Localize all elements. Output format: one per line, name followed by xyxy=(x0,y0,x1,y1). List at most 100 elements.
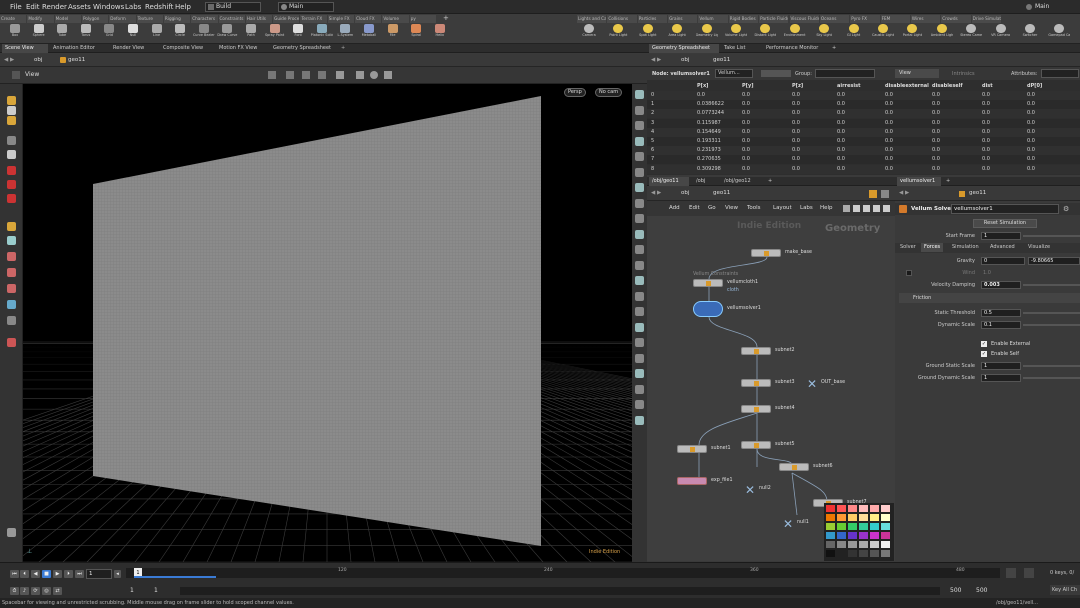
shelf-tab[interactable]: Oceans xyxy=(819,15,850,23)
spreadsheet-table[interactable]: P[x] P[y] P[z] airresist disableexternal disa… xyxy=(647,81,1080,175)
view-menu-icon[interactable] xyxy=(12,71,20,79)
shelf-tool[interactable]: Null xyxy=(122,24,144,44)
display-option-icon[interactable] xyxy=(635,183,644,192)
color-swatch[interactable] xyxy=(837,541,846,548)
color-swatch[interactable] xyxy=(881,541,890,548)
audio-button[interactable]: ♪ xyxy=(20,587,29,595)
back-icon[interactable]: ◀ ▶ xyxy=(4,54,14,67)
end-frame[interactable]: 500 xyxy=(950,587,961,594)
reset-simulation-button[interactable]: Reset Simulation xyxy=(973,219,1037,228)
sync-button[interactable]: ⇄ xyxy=(53,587,62,595)
ground-dynamic-scale-field[interactable]: 1 xyxy=(981,374,1021,382)
shelf-tab[interactable]: Terrain FX xyxy=(300,15,327,23)
shelf-tool[interactable]: Gamepad Camera xyxy=(1048,24,1070,44)
color-swatch[interactable] xyxy=(848,505,857,512)
shelf-tool[interactable]: Helix xyxy=(429,24,451,44)
friction-folder[interactable]: Friction xyxy=(899,293,1080,303)
tab-simulation[interactable]: Simulation xyxy=(949,243,982,252)
shelf-tab[interactable]: Modify xyxy=(27,15,54,23)
play-back-button[interactable]: ◀ xyxy=(31,570,40,578)
attributes-field[interactable] xyxy=(1041,69,1079,78)
shelf-tab[interactable]: Grains xyxy=(668,15,698,23)
start-frame-2[interactable]: 1 xyxy=(154,587,158,594)
display-option-icon[interactable] xyxy=(635,291,644,301)
add-shelf-tab-icon[interactable]: + xyxy=(443,14,449,22)
menu-labs[interactable]: Labs xyxy=(125,0,141,14)
network-node[interactable]: ✕ xyxy=(807,378,817,390)
shelf-tab[interactable]: Simple FX xyxy=(327,15,355,23)
color-swatch[interactable] xyxy=(837,532,846,539)
wind-value[interactable]: 1.0 xyxy=(983,270,991,276)
display-icon[interactable] xyxy=(336,71,344,79)
color-swatch[interactable] xyxy=(870,514,879,521)
menu-file[interactable]: File xyxy=(10,0,22,14)
network-node[interactable] xyxy=(677,445,707,453)
display-option-icon[interactable] xyxy=(635,338,644,347)
shelf-tool[interactable]: Draw Curve xyxy=(216,24,238,44)
color-swatch[interactable] xyxy=(848,532,857,539)
table-row[interactable]: 5 0.193311 0.0 0.0 0.0 0.0 0.0 0.0 0.0 xyxy=(647,137,1080,146)
shelf-tool[interactable]: Circle xyxy=(169,24,191,44)
shelf-tool[interactable]: GI Light xyxy=(843,24,865,44)
add-tab-icon[interactable]: + xyxy=(829,44,839,53)
shelf-tab[interactable]: Volume xyxy=(382,15,409,23)
menu-assets[interactable]: Assets xyxy=(68,0,91,14)
color-swatch[interactable] xyxy=(881,532,890,539)
display-option-icon[interactable] xyxy=(635,121,644,130)
column-header[interactable]: P[z] xyxy=(792,83,803,90)
shelf-tab[interactable]: Collisions xyxy=(607,15,637,23)
tab-scene-view[interactable]: Scene View xyxy=(2,44,48,53)
table-row[interactable]: 2 0.0773244 0.0 0.0 0.0 0.0 0.0 0.0 0.0 xyxy=(647,109,1080,119)
path-obj[interactable]: obj xyxy=(681,187,689,200)
menu-edit[interactable]: Edit xyxy=(26,0,40,14)
shelf-tool[interactable]: Box xyxy=(4,24,26,44)
tool-icon[interactable] xyxy=(7,96,16,105)
network-node[interactable] xyxy=(741,405,771,413)
static-threshold-slider[interactable] xyxy=(1023,312,1080,314)
gravity-y-field[interactable]: -9.80665 xyxy=(1028,257,1080,265)
tab-advanced[interactable]: Advanced xyxy=(987,243,1018,252)
view-tool-icon[interactable] xyxy=(268,71,276,79)
color-swatch[interactable] xyxy=(848,514,857,521)
shelf-tab[interactable]: Guide Process xyxy=(273,15,300,23)
shelf-tool[interactable]: Spray Paint xyxy=(264,24,286,44)
color-swatch[interactable] xyxy=(826,532,835,539)
tab-obj-geo12[interactable]: /obj/geo12 xyxy=(721,177,761,186)
shelf-tab[interactable]: Hair Utils xyxy=(245,15,273,23)
shelf-tool[interactable]: Line xyxy=(146,24,168,44)
table-row[interactable]: 1 0.0386622 0.0 0.0 0.0 0.0 0.0 0.0 0.0 xyxy=(647,100,1080,110)
tool-icon[interactable] xyxy=(7,268,16,277)
shelf-tab[interactable]: FEM xyxy=(880,15,910,23)
enable-external-checkbox[interactable]: ✓ xyxy=(981,341,987,347)
display-option-icon[interactable] xyxy=(635,415,644,425)
shelf-tool[interactable]: Torus xyxy=(75,24,97,44)
shelf-tab[interactable]: Crowds xyxy=(941,15,971,23)
color-swatch[interactable] xyxy=(859,523,868,530)
shelf-tab[interactable]: Rigid Bodies xyxy=(728,15,759,23)
color-swatch[interactable] xyxy=(881,505,890,512)
column-header[interactable]: P[x] xyxy=(697,83,708,90)
column-header[interactable]: airresist xyxy=(837,83,860,90)
start-frame[interactable]: 1 xyxy=(130,587,134,594)
shelf-tool[interactable]: Switcher xyxy=(1019,24,1041,44)
color-swatch[interactable] xyxy=(881,523,890,530)
column-header[interactable]: disableself xyxy=(932,83,963,90)
tab-render-view[interactable]: Render View xyxy=(110,44,160,53)
persp-menu[interactable]: Persp xyxy=(564,88,586,97)
shelf-tool[interactable]: Volume Light xyxy=(725,24,747,44)
tool-icon[interactable] xyxy=(7,316,16,325)
tab-geometry-spreadsheet[interactable]: Geometry Spreadsheet xyxy=(270,44,338,53)
velocity-damping-slider[interactable] xyxy=(1023,284,1080,286)
table-row[interactable]: 7 0.270635 0.0 0.0 0.0 0.0 0.0 0.0 0.0 xyxy=(647,155,1080,165)
realtime-button[interactable]: ⏱ xyxy=(10,587,19,595)
display-option-icon[interactable] xyxy=(635,369,644,378)
color-swatch[interactable] xyxy=(859,532,868,539)
start-frame-field[interactable]: 1 xyxy=(981,232,1021,240)
tab-obj-geo11[interactable]: /obj/geo11 xyxy=(649,177,689,186)
shelf-tool[interactable]: Metaball xyxy=(358,24,380,44)
key-all-channels-button[interactable]: Key All Ch xyxy=(1050,585,1080,595)
shelf-tab[interactable]: Characters xyxy=(191,15,218,23)
color-swatch[interactable] xyxy=(859,541,868,548)
path-obj[interactable]: obj xyxy=(34,54,42,67)
tool-icon[interactable] xyxy=(7,116,16,125)
